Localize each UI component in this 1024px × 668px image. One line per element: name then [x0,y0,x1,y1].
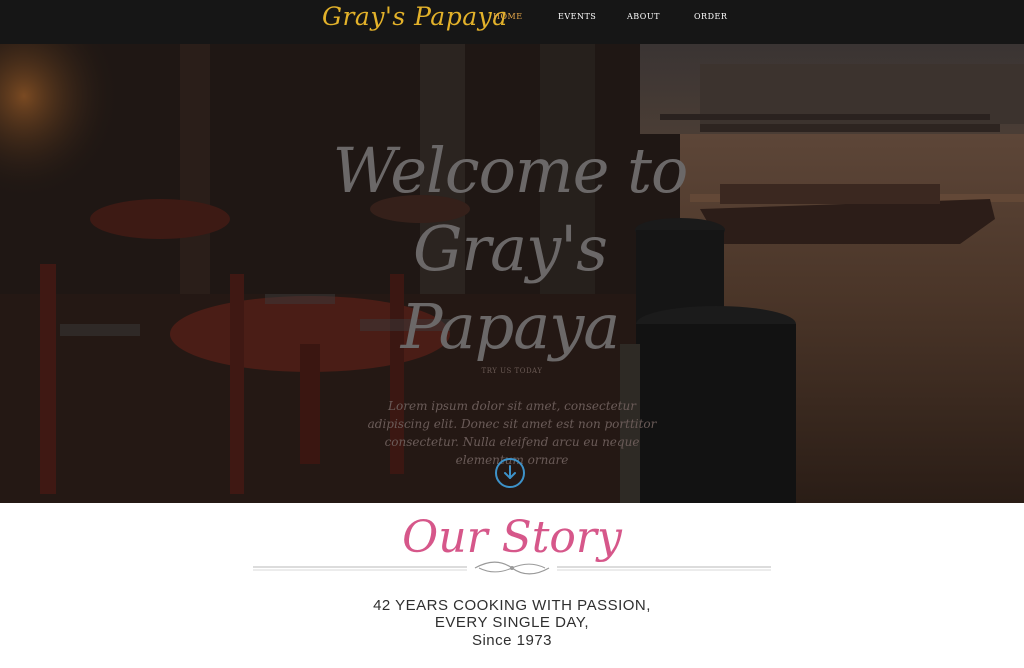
hero-title: Welcome to Gray's Papaya [250,132,770,366]
hero-title-line1: Welcome to Gray's [332,134,689,285]
navbar: Gray's Papaya HOME EVENTS ABOUT ORDER [0,0,1024,44]
story-line-3: Since 1973 [471,632,553,649]
ornament-divider [253,561,771,575]
arrow-down-circle-icon [504,465,516,479]
hero-kicker: TRY US TODAY [481,367,543,375]
nav-events[interactable]: EVENTS [558,12,596,21]
nav-home[interactable]: HOME [493,12,523,21]
story-line-2: EVERY SINGLE DAY, [434,614,590,631]
nav-order[interactable]: ORDER [694,12,727,21]
nav-about[interactable]: ABOUT [627,12,660,21]
scroll-down-button[interactable] [495,458,525,488]
brand-logo[interactable]: Gray's Papaya [322,2,508,31]
hero-section: Welcome to Gray's Papaya TRY US TODAY Lo… [0,44,1024,503]
hero-title-line2: Papaya [400,290,621,363]
story-line-1: 42 YEARS COOKING WITH PASSION, [373,597,651,614]
